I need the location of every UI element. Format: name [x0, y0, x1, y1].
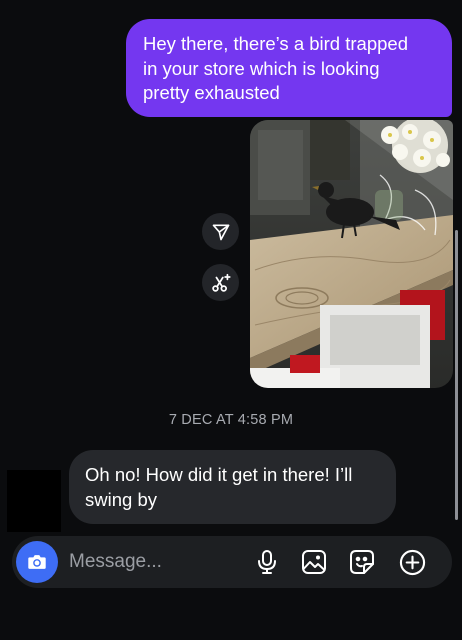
- incoming-message-line: swing by: [85, 488, 157, 510]
- camera-icon: [28, 555, 46, 569]
- outgoing-message-line: Hey there, there’s a bird trapped: [143, 33, 408, 54]
- avatar[interactable]: [7, 470, 61, 532]
- camera-button[interactable]: [16, 541, 58, 583]
- magic-edit-icon: [211, 273, 231, 292]
- add-icon: [399, 549, 425, 575]
- incoming-message-line: Oh no! How did it get in there! I’ll: [85, 464, 353, 485]
- incoming-message-bubble[interactable]: Oh no! How did it get in there! I’ll swi…: [69, 450, 396, 524]
- scrollbar[interactable]: [455, 230, 458, 520]
- outgoing-message-line: in your store which is looking: [143, 57, 380, 79]
- sticker-button[interactable]: [346, 546, 378, 578]
- paper-plane-icon: [212, 224, 229, 240]
- share-button[interactable]: [202, 213, 239, 250]
- message-composer: [12, 536, 452, 588]
- microphone-button[interactable]: [251, 546, 283, 578]
- message-input[interactable]: [69, 536, 249, 588]
- shared-photo[interactable]: [250, 120, 453, 388]
- magic-edit-button[interactable]: [202, 264, 239, 301]
- sticker-icon: [350, 550, 374, 574]
- gallery-icon: [302, 550, 326, 574]
- outgoing-message-line: pretty exhausted: [143, 82, 280, 103]
- gallery-button[interactable]: [298, 546, 330, 578]
- add-button[interactable]: [396, 546, 428, 578]
- microphone-icon: [258, 550, 276, 574]
- outgoing-message-bubble[interactable]: Hey there, there’s a bird trapped in you…: [126, 19, 452, 117]
- bird-photo: [250, 120, 453, 388]
- message-timestamp: 7 DEC AT 4:58 PM: [168, 412, 294, 428]
